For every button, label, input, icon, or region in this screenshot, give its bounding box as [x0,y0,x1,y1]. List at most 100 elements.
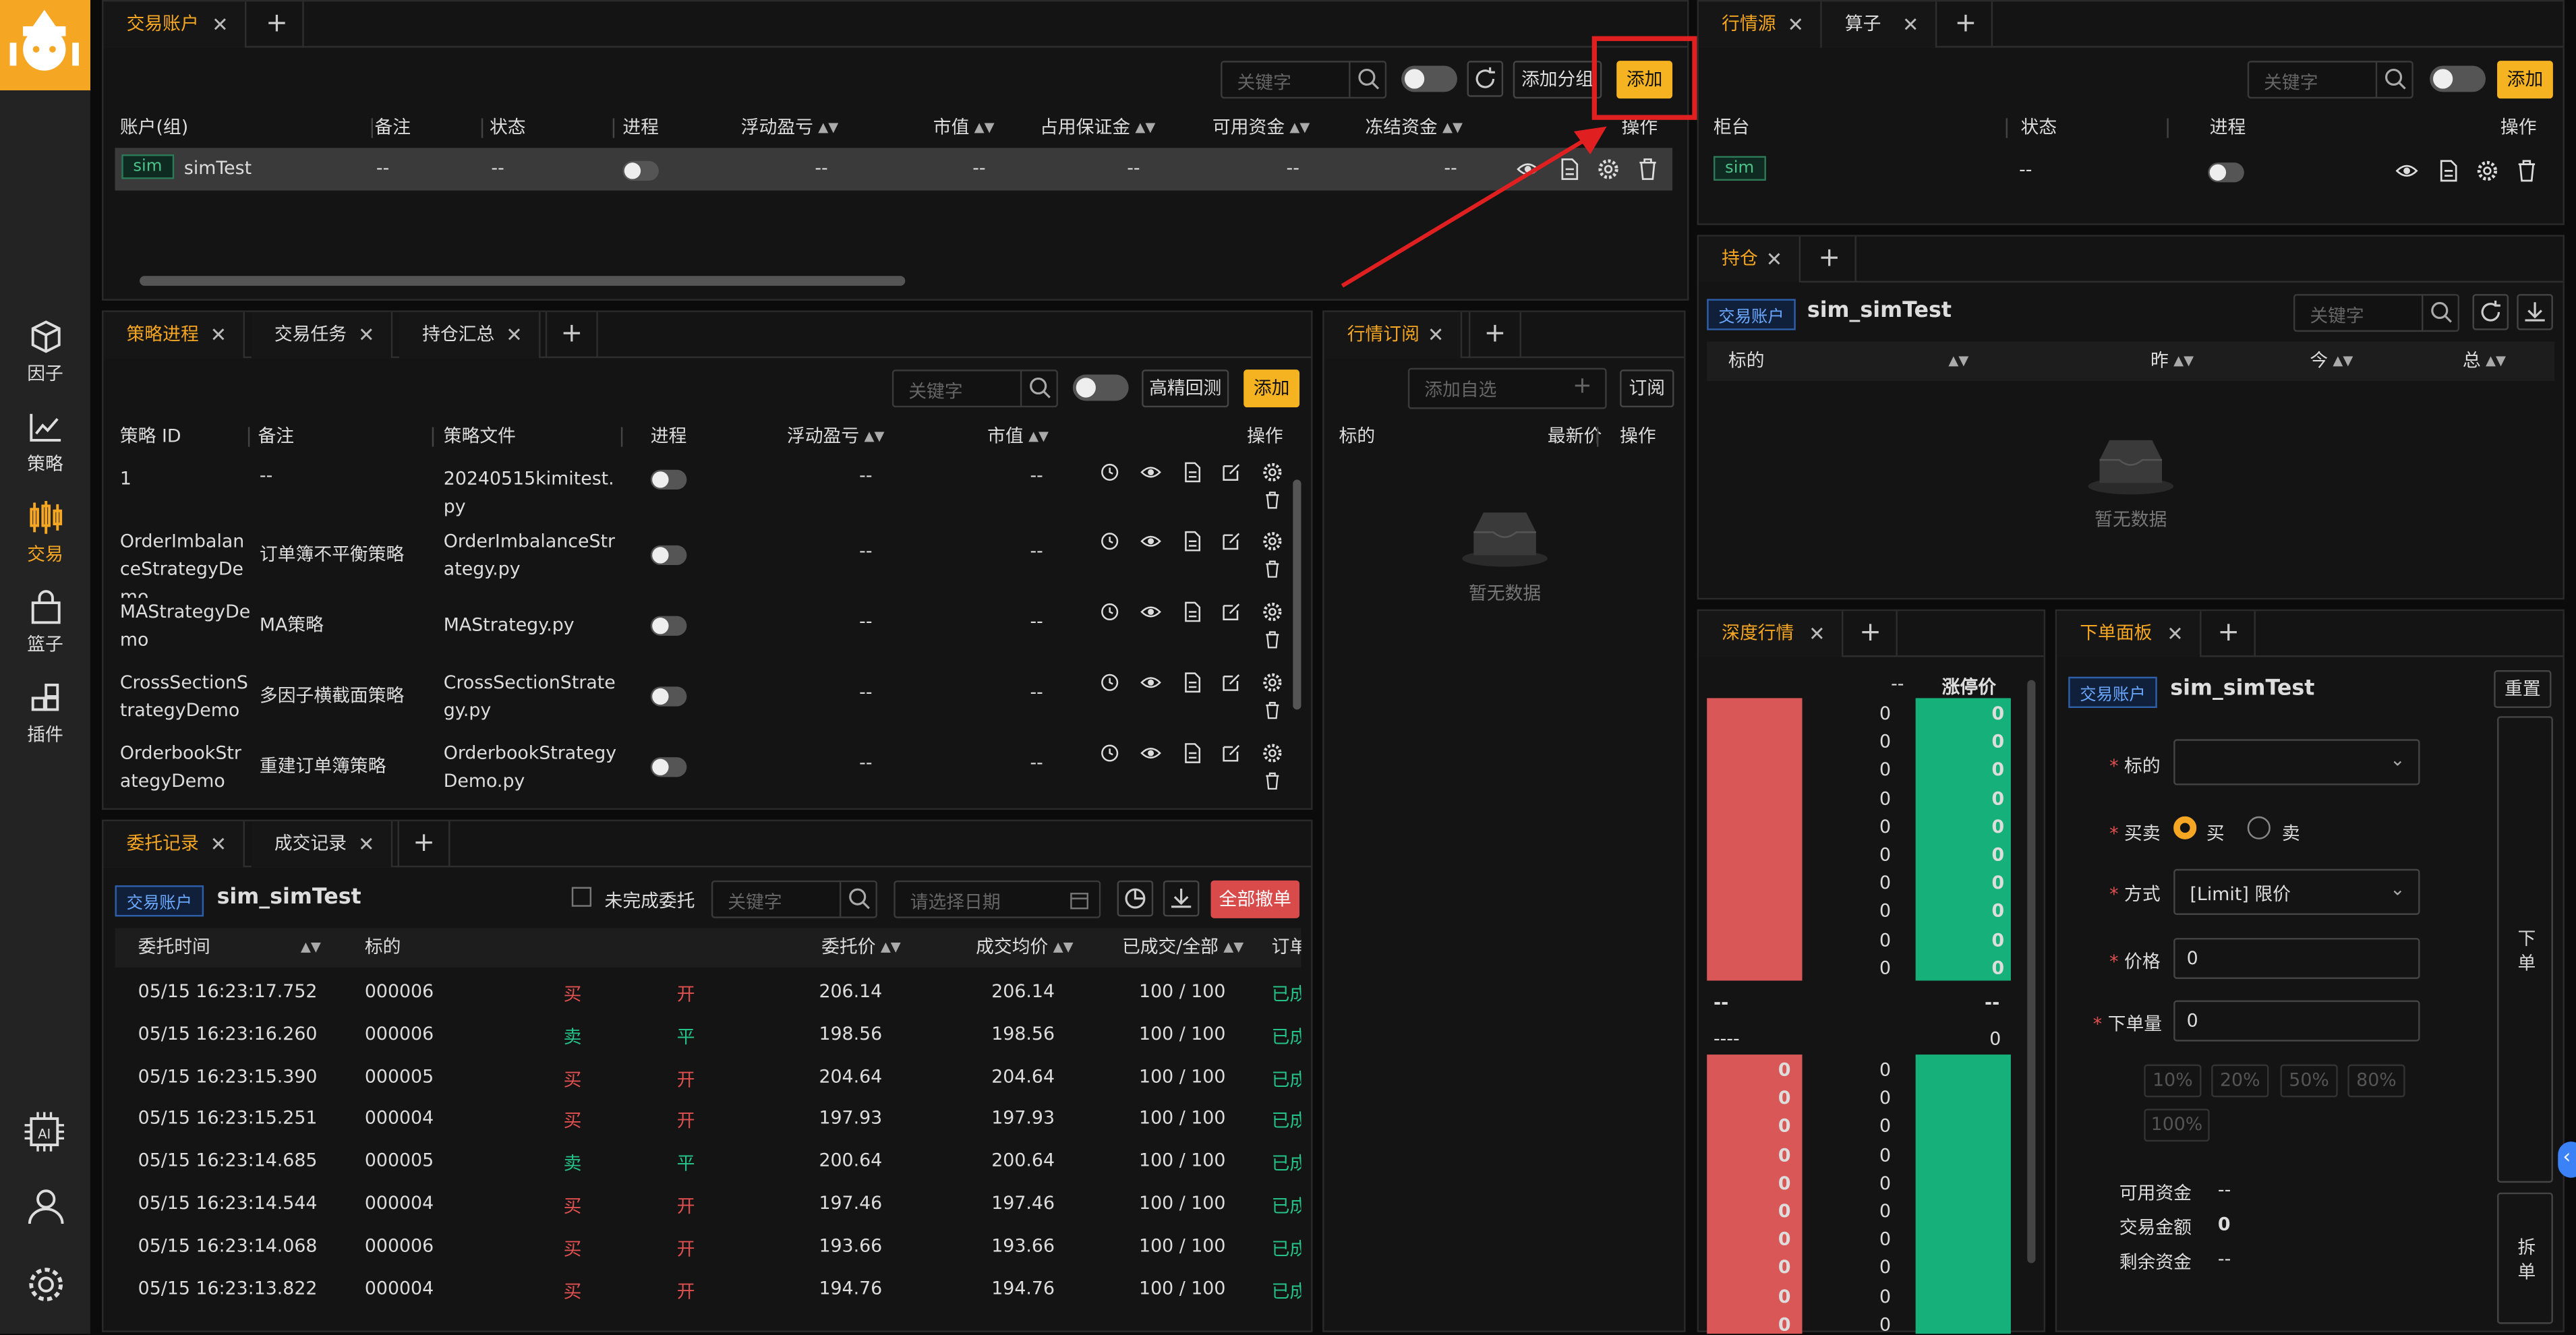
unfinished-checkbox[interactable] [571,887,592,907]
vertical-scrollbar[interactable] [2027,680,2036,1264]
tab-market-subscribe[interactable]: 行情订阅 ✕ [1324,312,1463,359]
settings-icon[interactable] [25,1263,67,1311]
col-header-available[interactable]: 可用资金 ▲▼ [1212,110,1310,146]
pct-50-button[interactable]: 50% [2280,1064,2338,1098]
add-group-button[interactable]: 添加分组 [1513,61,1602,99]
toggle-switch[interactable] [1401,65,1457,92]
add-tab-button[interactable]: + [1468,312,1521,359]
edit-icon[interactable] [1221,531,1242,557]
col-header-filled[interactable]: 已成交/全部 ▲▼ [1122,930,1243,966]
tab-trade-task[interactable]: 交易任务 ✕ [251,312,393,359]
table-row[interactable]: CrossSectionStrategyDemo 多因子横截面策略 CrossS… [103,669,1286,740]
add-source-button[interactable]: 添加 [2497,61,2553,99]
process-toggle[interactable] [650,545,687,566]
pct-10-button[interactable]: 10% [2144,1064,2202,1098]
ai-chip-icon[interactable]: AI [23,1110,65,1158]
gear-icon[interactable] [1262,672,1283,698]
close-icon[interactable]: ✕ [1809,611,1825,657]
table-row[interactable]: sim -- [1699,150,2563,192]
file-icon[interactable] [1181,531,1203,557]
trash-icon[interactable] [1263,631,1281,654]
eye-icon[interactable] [1140,742,1162,769]
process-toggle[interactable] [650,616,687,636]
edit-icon[interactable] [1221,672,1242,698]
order-type-select[interactable]: [Limit] 限价 ⌄ [2173,868,2420,915]
search-icon[interactable] [2421,295,2458,330]
subscribe-button[interactable]: 订阅 [1620,369,1674,408]
eye-icon[interactable] [1140,601,1162,628]
pct-20-button[interactable]: 20% [2211,1064,2269,1098]
download-icon[interactable] [2517,294,2553,330]
file-icon[interactable] [1181,742,1203,769]
process-toggle[interactable] [650,757,687,777]
table-row[interactable]: 05/15 16:23:13.822 000004 买 开 194.76 194… [115,1271,1301,1310]
search-input[interactable]: 关键字 [2247,61,2413,99]
edit-icon[interactable] [1221,601,1242,628]
add-tab-button[interactable]: + [397,821,450,868]
col-header-float-pnl[interactable]: 浮动盈亏 ▲▼ [787,419,884,455]
add-tab-button[interactable]: + [2203,611,2256,657]
col-header-margin[interactable]: 占用保证金 ▲▼ [1040,110,1155,146]
reset-button[interactable]: 重置 [2494,670,2552,709]
tab-position-summary[interactable]: 持仓汇总 ✕ [399,312,541,359]
table-row[interactable]: OrderImbalanceStrategyDemo 订单簿不平衡策略 Orde… [103,527,1286,598]
col-header-yesterday[interactable]: 昨 ▲▼ [2150,343,2194,380]
pct-100-button[interactable]: 100% [2144,1108,2210,1142]
table-row[interactable]: 05/15 16:23:15.251 000004 买 开 197.93 197… [115,1101,1301,1140]
table-row[interactable]: MAStrategyDemo MA策略 MAStrategy.py -- -- [103,598,1286,669]
app-logo[interactable] [0,0,90,90]
toggle-switch[interactable] [2430,65,2486,92]
tab-operator[interactable]: 算子 ✕ [1821,1,1937,48]
col-header-time[interactable]: 委托时间 ▲▼ [138,930,321,966]
sell-radio[interactable] [2247,816,2271,839]
gear-icon[interactable] [1262,601,1283,628]
horizontal-scrollbar[interactable] [140,276,906,286]
add-tab-button[interactable]: + [252,1,304,48]
close-icon[interactable]: ✕ [210,312,227,358]
vertical-scrollbar[interactable] [1293,479,1301,710]
add-tab-button[interactable]: + [545,312,598,359]
eye-icon[interactable] [1140,672,1162,698]
col-header-today[interactable]: 今 ▲▼ [2310,343,2353,380]
add-watchlist-input[interactable]: 添加自选 + [1407,367,1607,409]
close-icon[interactable]: ✕ [358,312,375,358]
col-header-price[interactable]: 委托价 ▲▼ [821,930,901,966]
col-header-total[interactable]: 总 ▲▼ [2463,343,2506,380]
tab-strategy-process[interactable]: 策略进程 ✕ [103,312,245,359]
plus-icon[interactable]: + [1573,373,1592,399]
user-icon[interactable] [25,1185,67,1233]
add-tab-button[interactable]: + [1940,1,1993,48]
history-icon[interactable] [1099,742,1121,769]
table-row[interactable]: 05/15 16:23:14.068 000006 买 开 193.66 193… [115,1228,1301,1268]
download-icon[interactable] [1163,880,1200,917]
process-toggle[interactable] [650,469,687,489]
trash-icon[interactable] [1263,772,1281,795]
col-header-market-value[interactable]: 市值 ▲▼ [933,110,995,146]
refresh-icon[interactable] [1467,61,1504,97]
close-icon[interactable]: ✕ [358,821,375,867]
nav-item-basket[interactable]: 篮子 [0,580,90,670]
toggle-switch[interactable] [1072,374,1129,401]
search-icon[interactable] [1020,371,1057,406]
tab-order-records[interactable]: 委托记录 ✕ [103,821,245,868]
file-icon[interactable] [2436,159,2459,187]
trash-icon[interactable] [1263,701,1281,724]
close-icon[interactable]: ✕ [1902,1,1919,47]
tab-order-entry[interactable]: 下单面板 ✕ [2057,611,2202,657]
tab-trade-records[interactable]: 成交记录 ✕ [251,821,393,868]
close-icon[interactable]: ✕ [2167,611,2184,657]
edit-icon[interactable] [1221,462,1242,488]
close-icon[interactable]: ✕ [212,1,229,47]
history-icon[interactable] [1099,531,1121,557]
history-icon[interactable] [1099,672,1121,698]
search-icon[interactable] [1349,62,1385,97]
tab-depth[interactable]: 深度行情 ✕ [1699,611,1844,657]
search-input[interactable]: 关键字 [711,880,877,918]
close-icon[interactable]: ✕ [1428,312,1444,358]
nav-item-plugin[interactable]: 插件 [0,670,90,761]
nav-item-factor[interactable]: 因子 [0,309,90,399]
search-input[interactable]: 关键字 [1221,61,1387,99]
table-row[interactable]: 05/15 16:23:14.544 000004 买 开 197.46 197… [115,1186,1301,1225]
file-icon[interactable] [1181,462,1203,488]
trash-icon[interactable] [1263,491,1281,514]
